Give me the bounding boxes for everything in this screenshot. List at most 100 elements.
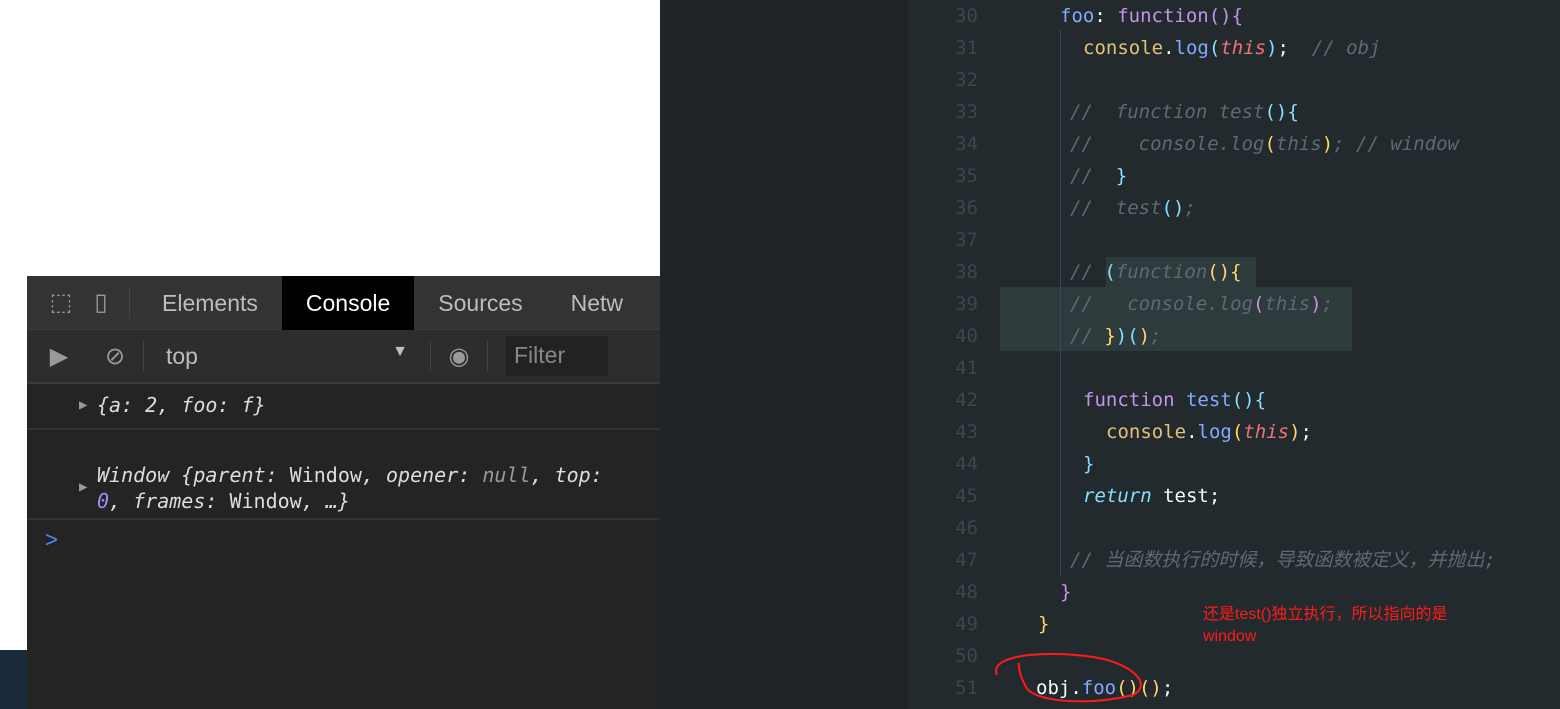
line-number: 35 [955, 165, 978, 187]
tab-elements[interactable]: Elements [138, 276, 282, 330]
line-number: 46 [955, 517, 978, 539]
code-token: // function test [1070, 101, 1265, 123]
code-line[interactable]: 38 // (function(){ [908, 256, 1560, 288]
code-token: ; [1150, 325, 1162, 347]
code-text: // function test(){ [1070, 96, 1299, 128]
tab-console[interactable]: Console [281, 276, 415, 330]
tab-sources[interactable]: Sources [414, 276, 546, 330]
code-token: } [1038, 613, 1050, 635]
code-line[interactable]: 40 // })(); [908, 320, 1560, 352]
line-number: 49 [955, 613, 978, 635]
code-line[interactable]: 43 console.log(this); [908, 416, 1560, 448]
code-line[interactable]: 45 return test; [908, 480, 1560, 512]
live-expression-eye-icon[interactable]: ◉ [439, 342, 479, 371]
code-token: (){ [1231, 389, 1267, 411]
device-toolbar-icon[interactable]: ▯ [81, 288, 121, 317]
code-token: // console.log [1070, 293, 1254, 315]
background-window [0, 650, 27, 709]
tab-network[interactable]: Netw [547, 276, 647, 330]
dropdown-arrow-icon: ▼ [392, 342, 408, 360]
code-line[interactable]: 36 // test(); [908, 192, 1560, 224]
divider [487, 341, 488, 371]
clear-console-icon[interactable]: ⊘ [95, 342, 135, 371]
code-token: ) [1310, 293, 1322, 315]
code-line[interactable]: 33 // function test(){ [908, 96, 1560, 128]
code-text: return test; [1083, 480, 1220, 512]
message-text: Window {parent: Window, opener: null, to… [97, 463, 603, 513]
console-message[interactable]: ▶ {a: 2, foo: f} [27, 384, 660, 430]
code-token: ( [1208, 37, 1221, 59]
code-token: } [1083, 453, 1095, 475]
code-line[interactable]: 44} [908, 448, 1560, 480]
code-token: )( [1115, 325, 1139, 347]
code-line[interactable]: 30 foo: function(){ [908, 0, 1560, 32]
divider [129, 287, 130, 318]
line-number: 31 [955, 37, 978, 59]
line-number: 44 [955, 453, 978, 475]
code-token: ) [1321, 133, 1334, 155]
code-token: ( [1264, 133, 1276, 155]
line-number: 30 [955, 5, 978, 27]
code-text: console.log(this); // obj [1083, 32, 1381, 64]
code-token: } [1104, 325, 1116, 347]
red-circle-annotation [995, 653, 1142, 703]
expand-triangle-icon[interactable]: ▶ [79, 474, 87, 500]
code-token: console [1106, 421, 1187, 443]
code-line[interactable]: 31 console.log(this); // obj [908, 32, 1560, 64]
code-token: console [1083, 37, 1164, 59]
code-text: // console.log(this); [1070, 288, 1333, 320]
code-token: . [1186, 421, 1198, 443]
line-number: 33 [955, 101, 978, 123]
code-token: function [1115, 261, 1208, 283]
code-token: ) [1289, 421, 1301, 443]
code-text: foo: function(){ [1060, 0, 1243, 32]
code-line[interactable]: 47 // 当函数执行的时候，导致函数被定义，并抛出; [908, 544, 1560, 576]
code-token: log [1174, 37, 1209, 59]
code-token: test [1185, 389, 1232, 411]
code-token: this [1243, 421, 1290, 443]
code-editor[interactable]: 30 foo: function(){31 console.log(this); /… [908, 0, 1560, 709]
expand-triangle-icon[interactable]: ▶ [79, 384, 87, 426]
code-token: this [1264, 293, 1311, 315]
line-number: 32 [955, 69, 978, 91]
line-number: 34 [955, 133, 978, 155]
code-text: // } [1070, 160, 1127, 192]
context-selector[interactable]: top ▼ [152, 343, 422, 370]
code-token: // obj [1311, 37, 1381, 59]
line-number: 42 [955, 389, 978, 411]
code-line[interactable]: 41 [908, 352, 1560, 384]
console-prompt[interactable]: > [27, 520, 660, 560]
console-toolbar: ▶ ⊘ top ▼ ◉ Filter [27, 330, 660, 384]
code-text: // 当函数执行的时候，导致函数被定义，并抛出; [1070, 544, 1496, 576]
filter-input[interactable]: Filter [506, 336, 608, 376]
console-message[interactable]: ▶ Window {parent: Window, opener: null, … [27, 430, 660, 520]
line-number: 39 [955, 293, 978, 315]
browser-page-viewport [27, 0, 660, 276]
code-line[interactable]: 35 // } [908, 160, 1560, 192]
code-line[interactable]: 39 // console.log(this); [908, 288, 1560, 320]
code-text: } [1038, 608, 1049, 640]
code-token: ( [1253, 293, 1265, 315]
code-token: ) [1138, 325, 1151, 347]
code-token: ) [1266, 37, 1278, 59]
code-token: function [1083, 389, 1186, 411]
code-line[interactable]: 34 // console.log(this); // window [908, 128, 1560, 160]
code-line[interactable]: 46 [908, 512, 1560, 544]
divider [143, 341, 144, 371]
code-token: ( [1231, 421, 1244, 443]
code-line[interactable]: 32 [908, 64, 1560, 96]
line-number: 40 [955, 325, 978, 347]
code-line[interactable]: 37 [908, 224, 1560, 256]
line-number: 36 [955, 197, 978, 219]
divider [430, 341, 431, 371]
background-window [0, 0, 27, 650]
code-text: console.log(this); [1106, 416, 1312, 448]
code-token: } [1115, 165, 1128, 187]
annotation-note: 还是test()独立执行，所以指向的是window [1203, 606, 1448, 645]
code-text: // test(); [1070, 192, 1196, 224]
code-token: (){ [1264, 101, 1299, 123]
inspect-element-icon[interactable]: ⬚ [41, 288, 81, 317]
code-line[interactable]: 42 function test(){ [908, 384, 1560, 416]
code-token: } [1060, 581, 1072, 603]
show-sidebar-icon[interactable]: ▶ [39, 342, 79, 371]
